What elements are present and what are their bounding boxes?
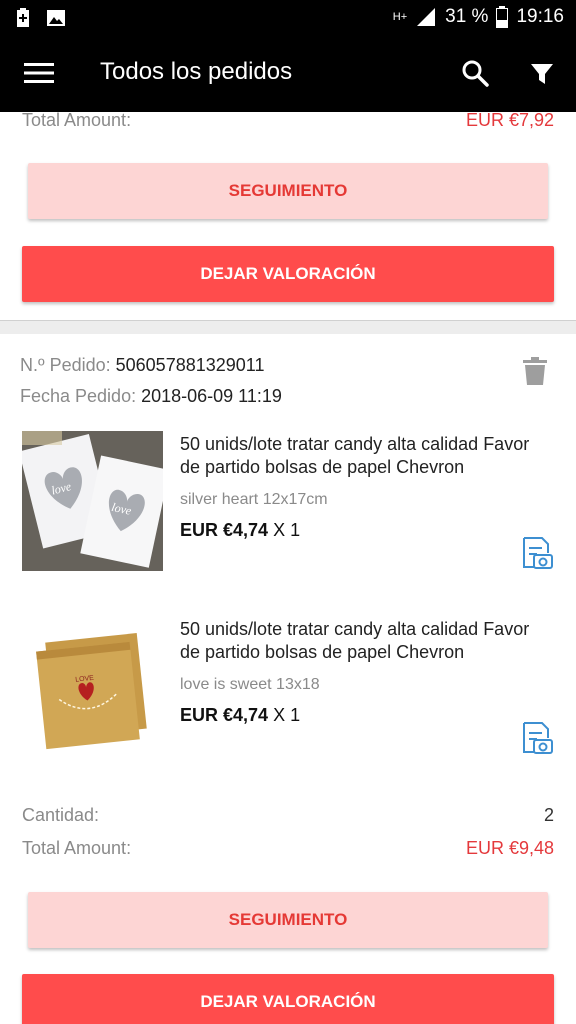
prev-total-row: Total Amount: EUR €7,92 (22, 110, 554, 131)
tracking-button[interactable]: SEGUIMIENTO (28, 892, 548, 948)
search-icon[interactable] (460, 58, 490, 88)
product-item[interactable]: love love 50 unids/lote tratar candy alt… (0, 431, 576, 581)
delete-trash-icon[interactable] (522, 357, 548, 385)
order-divider (0, 320, 576, 334)
order-number-label: N.º Pedido: (20, 355, 111, 375)
order-date-value: 2018-06-09 11:19 (141, 386, 282, 406)
clock: 19:16 (516, 6, 564, 27)
total-label: Total Amount: (22, 110, 132, 130)
total-value: EUR €7,92 (465, 110, 554, 130)
battery-percent: 31 % (445, 6, 489, 27)
tracking-button[interactable]: SEGUIMIENTO (28, 163, 548, 219)
leave-review-button[interactable]: DEJAR VALORACIÓN (22, 246, 554, 302)
product-name[interactable]: 50 unids/lote tratar candy alta calidad … (180, 433, 552, 479)
order-date: Fecha Pedido: 2018-06-09 11:19 (20, 386, 282, 407)
quantity-label: Cantidad: (22, 805, 100, 825)
product-price: EUR €4,74 X 1 (180, 705, 300, 726)
price-value: EUR €4,74 (180, 705, 269, 725)
filter-icon[interactable] (528, 60, 556, 88)
price-qty: X 1 (268, 520, 301, 540)
status-bar: H+ 31 % 19:16 (0, 0, 576, 36)
photo-review-icon[interactable] (518, 720, 554, 756)
order-number: N.º Pedido: 506057881329011 (20, 355, 264, 376)
quantity-row: Cantidad: 2 (22, 805, 554, 826)
network-type: H+ (392, 11, 408, 23)
order-number-value: 506057881329011 (115, 355, 265, 375)
total-row: Total Amount: EUR €9,48 (22, 838, 554, 859)
hamburger-menu-icon[interactable] (24, 61, 54, 85)
product-variant: love is sweet 13x18 (180, 676, 320, 693)
battery-icon (496, 6, 509, 28)
signal-icon (417, 8, 436, 26)
product-variant: silver heart 12x17cm (180, 491, 328, 508)
total-value: EUR €9,48 (465, 838, 554, 858)
page-title: Todos los pedidos (100, 58, 293, 85)
product-image: LOVE (22, 616, 163, 756)
photo-review-icon[interactable] (518, 535, 554, 571)
total-label: Total Amount: (22, 838, 132, 858)
battery-saver-icon (17, 8, 29, 27)
product-image: love love (22, 431, 163, 571)
product-price: EUR €4,74 X 1 (180, 520, 300, 541)
order-date-label: Fecha Pedido: (20, 386, 137, 406)
product-item[interactable]: LOVE 50 unids/lote tratar candy alta cal… (0, 616, 576, 766)
quantity-value: 2 (543, 805, 554, 825)
image-icon (47, 10, 65, 26)
app-bar: Todos los pedidos (0, 36, 576, 112)
price-qty: X 1 (268, 705, 301, 725)
leave-review-button[interactable]: DEJAR VALORACIÓN (22, 974, 554, 1024)
product-name[interactable]: 50 unids/lote tratar candy alta calidad … (180, 618, 552, 664)
price-value: EUR €4,74 (180, 520, 269, 540)
